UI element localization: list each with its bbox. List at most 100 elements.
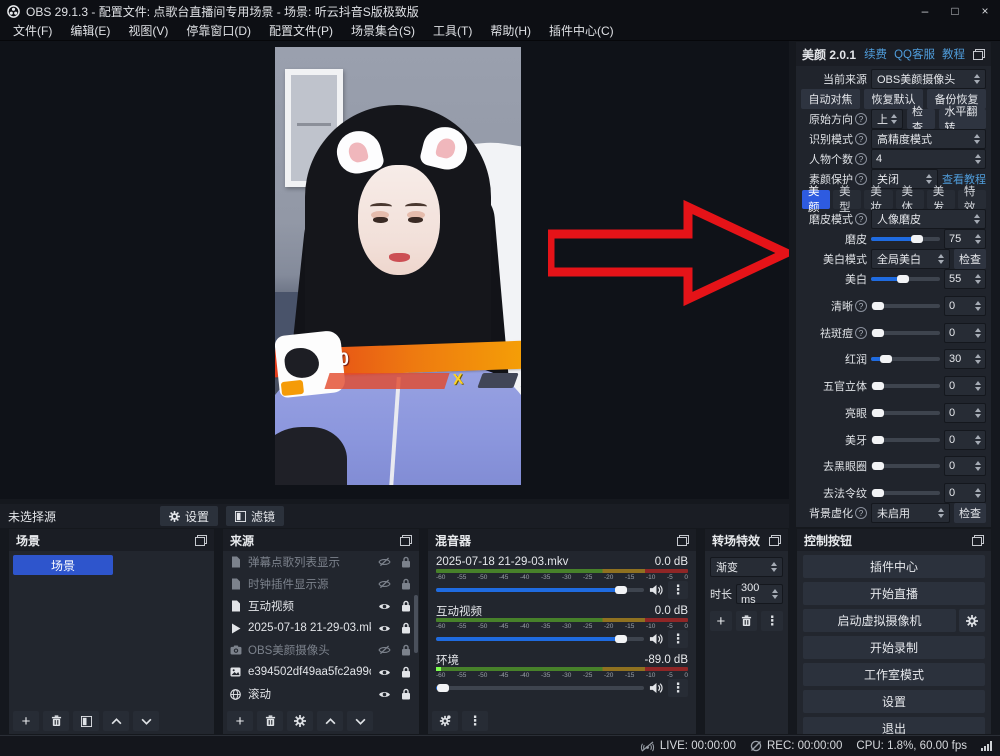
slider-handle[interactable] bbox=[880, 355, 892, 363]
help-icon[interactable] bbox=[855, 213, 867, 225]
orientation-check-button[interactable]: 检查 bbox=[907, 109, 935, 129]
lock-toggle[interactable] bbox=[398, 578, 413, 590]
source-list-item[interactable]: 2025-07-18 21-29-03.mkv bbox=[223, 617, 419, 639]
beauty-slider[interactable] bbox=[871, 304, 940, 308]
transition-type-select[interactable]: 渐变 bbox=[710, 557, 783, 577]
spinner-arrows-icon[interactable] bbox=[975, 154, 981, 164]
control-button[interactable]: 启动虚拟摄像机 bbox=[803, 609, 956, 632]
menu-item[interactable]: 插件中心(C) bbox=[540, 22, 623, 41]
beauty-slider[interactable] bbox=[871, 331, 940, 335]
minimize-button[interactable]: – bbox=[910, 0, 940, 22]
source-list-item[interactable]: OBS美颜摄像头 bbox=[223, 639, 419, 661]
slider-handle[interactable] bbox=[872, 462, 884, 470]
visibility-toggle[interactable] bbox=[377, 602, 392, 611]
visibility-toggle[interactable] bbox=[377, 668, 392, 677]
help-icon[interactable] bbox=[855, 153, 867, 165]
speaker-icon[interactable] bbox=[649, 633, 663, 645]
virtual-cam-config-button[interactable] bbox=[959, 609, 985, 632]
spinner-arrows-icon[interactable] bbox=[975, 234, 981, 244]
visibility-toggle[interactable] bbox=[377, 645, 392, 655]
beauty-header-link[interactable]: QQ客服 bbox=[894, 46, 935, 62]
beauty-tab[interactable]: 美妆 bbox=[864, 190, 892, 209]
source-list-item[interactable]: 互动视频 bbox=[223, 595, 419, 617]
transition-menu-button[interactable]: ⋮ bbox=[761, 611, 783, 631]
beauty-slider-value[interactable]: 55 bbox=[944, 269, 986, 289]
add-transition-button[interactable]: + bbox=[710, 611, 732, 631]
beauty-slider[interactable] bbox=[871, 411, 940, 415]
beauty-slider-value[interactable]: 75 bbox=[944, 229, 986, 249]
control-button[interactable]: 退出 bbox=[803, 717, 985, 734]
transition-duration-spinner[interactable]: 300 ms bbox=[736, 584, 783, 604]
speaker-icon[interactable] bbox=[649, 584, 663, 596]
source-list-item[interactable]: e394502df49aa5fc2a99cd2e7c bbox=[223, 661, 419, 683]
smooth-mode-select[interactable]: 人像磨皮 bbox=[871, 209, 986, 229]
lock-toggle[interactable] bbox=[398, 666, 413, 678]
add-source-button[interactable]: + bbox=[227, 711, 253, 731]
beauty-slider[interactable] bbox=[871, 464, 940, 468]
spinner-arrows-icon[interactable] bbox=[975, 354, 981, 364]
help-icon[interactable] bbox=[855, 300, 867, 312]
source-list-item[interactable]: 时钟插件显示源 bbox=[223, 573, 419, 595]
source-filters-button[interactable]: 滤镜 bbox=[226, 506, 284, 526]
source-move-down-button[interactable] bbox=[347, 711, 373, 731]
scene-move-up-button[interactable] bbox=[103, 711, 129, 731]
spinner-arrows-icon[interactable] bbox=[975, 328, 981, 338]
beauty-slider-value[interactable]: 0 bbox=[944, 296, 986, 316]
help-icon[interactable] bbox=[855, 173, 867, 185]
control-button[interactable]: 工作室模式 bbox=[803, 663, 985, 686]
visibility-toggle[interactable] bbox=[377, 557, 392, 567]
beauty-tab[interactable]: 美发 bbox=[927, 190, 955, 209]
source-list-item[interactable]: 滚动 bbox=[223, 683, 419, 705]
lock-toggle[interactable] bbox=[398, 644, 413, 656]
slider-handle[interactable] bbox=[872, 382, 884, 390]
close-button[interactable]: × bbox=[970, 0, 1000, 22]
channel-menu-button[interactable]: ⋮ bbox=[668, 581, 688, 599]
slider-handle[interactable] bbox=[615, 635, 627, 643]
help-icon[interactable] bbox=[855, 507, 867, 519]
lock-toggle[interactable] bbox=[398, 556, 413, 568]
beauty-slider[interactable] bbox=[871, 384, 940, 388]
slider-handle[interactable] bbox=[615, 586, 627, 594]
menu-item[interactable]: 视图(V) bbox=[119, 22, 177, 41]
popout-icon[interactable] bbox=[769, 535, 781, 546]
lock-toggle[interactable] bbox=[398, 688, 413, 700]
control-button[interactable]: 设置 bbox=[803, 690, 985, 713]
spinner-arrows-icon[interactable] bbox=[975, 301, 981, 311]
beauty-tab[interactable]: 美型 bbox=[833, 190, 861, 209]
control-button[interactable]: 开始直播 bbox=[803, 582, 985, 605]
beauty-slider-value[interactable]: 0 bbox=[944, 483, 986, 503]
beauty-slider[interactable] bbox=[871, 277, 940, 281]
slider-handle[interactable] bbox=[897, 275, 909, 283]
spinner-arrows-icon[interactable] bbox=[975, 274, 981, 284]
spinner-arrows-icon[interactable] bbox=[975, 461, 981, 471]
beauty-slider[interactable] bbox=[871, 357, 940, 361]
beauty-header-link[interactable]: 教程 bbox=[942, 46, 965, 62]
scene-list-item[interactable]: 场景 bbox=[13, 555, 113, 575]
beauty-slider[interactable] bbox=[871, 237, 940, 241]
beauty-header-link[interactable]: 续费 bbox=[864, 46, 887, 62]
scrollbar[interactable] bbox=[414, 595, 418, 653]
beauty-slider-value[interactable]: 30 bbox=[944, 349, 986, 369]
person-count-spinner[interactable]: 4 bbox=[871, 149, 986, 169]
beauty-tab[interactable]: 美颜 bbox=[802, 190, 830, 209]
source-move-up-button[interactable] bbox=[317, 711, 343, 731]
volume-slider[interactable] bbox=[436, 637, 644, 641]
beauty-slider-value[interactable]: 0 bbox=[944, 376, 986, 396]
lock-toggle[interactable] bbox=[398, 600, 413, 612]
visibility-toggle[interactable] bbox=[377, 690, 392, 699]
bg-blur-check-button[interactable]: 检查 bbox=[954, 503, 986, 523]
control-button[interactable]: 插件中心 bbox=[803, 555, 985, 578]
menu-item[interactable]: 帮助(H) bbox=[481, 22, 540, 41]
help-icon[interactable] bbox=[855, 133, 867, 145]
horizontal-flip-button[interactable]: 水平翻转 bbox=[939, 109, 986, 129]
beauty-slider-value[interactable]: 0 bbox=[944, 323, 986, 343]
menu-item[interactable]: 编辑(E) bbox=[61, 22, 119, 41]
beauty-slider-value[interactable]: 0 bbox=[944, 456, 986, 476]
visibility-toggle[interactable] bbox=[377, 624, 392, 633]
channel-menu-button[interactable]: ⋮ bbox=[668, 679, 688, 697]
scene-move-down-button[interactable] bbox=[133, 711, 159, 731]
beauty-tab[interactable]: 特效 bbox=[958, 190, 986, 209]
beauty-action-button[interactable]: 自动对焦 bbox=[801, 89, 860, 109]
orientation-select[interactable]: 上 bbox=[871, 109, 903, 129]
help-icon[interactable] bbox=[855, 327, 867, 339]
